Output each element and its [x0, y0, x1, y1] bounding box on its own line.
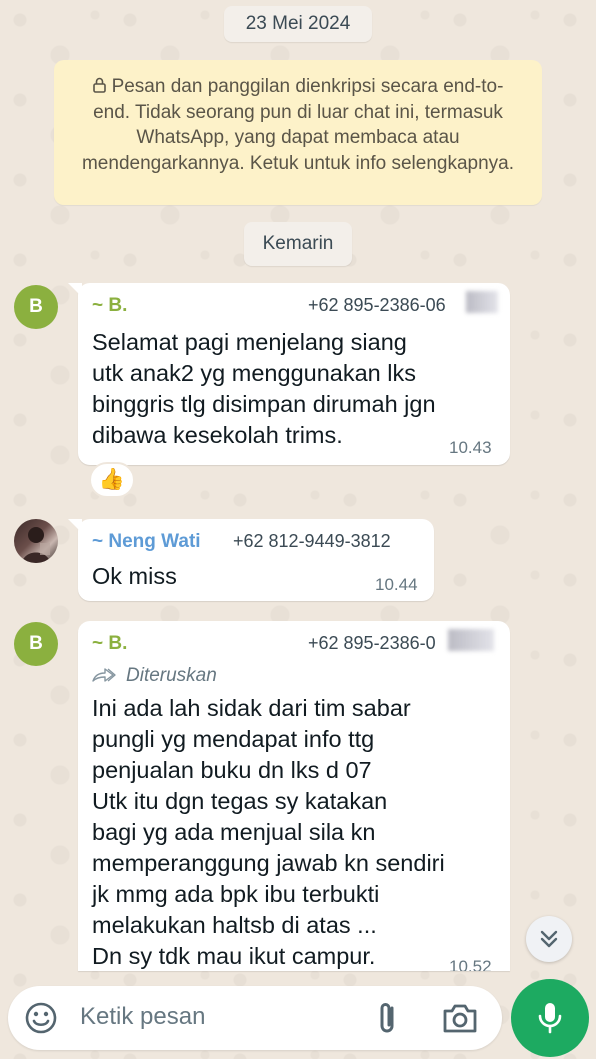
encryption-notice[interactable]: Pesan dan panggilan dienkripsi secara en…: [54, 60, 542, 205]
sender-phone: +62 812-9449-3812: [233, 531, 391, 551]
sender-phone: +62 895-2386-0: [308, 633, 436, 653]
date-chip: 23 Mei 2024: [224, 6, 372, 42]
day-chip: Kemarin: [244, 222, 352, 266]
message-text: Ini ada lah sidak dari tim sabar pungli …: [92, 695, 445, 969]
sender-name[interactable]: ~ B.: [92, 633, 127, 655]
double-chevron-down-icon: [540, 930, 558, 948]
lock-icon: [92, 77, 106, 93]
encryption-notice-text: Pesan dan panggilan dienkripsi secara en…: [81, 76, 515, 174]
emoji-icon[interactable]: [24, 1001, 58, 1035]
redacted-area: [448, 629, 494, 651]
sender-phone: +62 895-2386-06: [308, 295, 446, 315]
message-bubble[interactable]: ~ B. +62 895-2386-06 Selamat pagi menjel…: [68, 283, 510, 465]
reaction-badge[interactable]: 👍: [89, 462, 135, 498]
message-input-bar[interactable]: Ketik pesan: [8, 986, 502, 1050]
message-text: Ok miss: [92, 563, 177, 589]
forwarded-label: Diteruskan: [92, 665, 217, 687]
message-bubble[interactable]: ~ Neng Wati +62 812-9449-3812 Ok miss 10…: [68, 519, 434, 601]
message-text: Selamat pagi menjelang siang utk anak2 y…: [92, 329, 436, 448]
avatar[interactable]: B: [14, 622, 58, 666]
message-time: 10.52: [449, 957, 492, 971]
redacted-area: [466, 291, 498, 313]
sender-name[interactable]: ~ B.: [92, 295, 127, 317]
bubble-tail: [68, 519, 82, 533]
bubble-tail: [78, 621, 82, 635]
scroll-to-bottom-button[interactable]: [526, 916, 572, 962]
profile-photo-icon: [22, 527, 50, 563]
paperclip-icon[interactable]: [374, 1000, 402, 1036]
avatar[interactable]: B: [14, 285, 58, 329]
message-bubble[interactable]: ~ B. +62 895-2386-0 Diteruskan Ini ada l…: [78, 621, 510, 971]
avatar[interactable]: [14, 519, 58, 563]
microphone-icon: [538, 1003, 562, 1034]
forwarded-text: Diteruskan: [126, 665, 217, 686]
message-time: 10.44: [375, 575, 418, 594]
camera-icon[interactable]: [442, 1002, 478, 1034]
message-input[interactable]: Ketik pesan: [80, 1003, 205, 1031]
forward-icon: [92, 668, 116, 682]
message-time: 10.43: [449, 438, 492, 457]
sender-name[interactable]: ~ Neng Wati: [92, 531, 201, 553]
voice-record-button[interactable]: [511, 979, 589, 1057]
bubble-tail: [68, 283, 82, 297]
